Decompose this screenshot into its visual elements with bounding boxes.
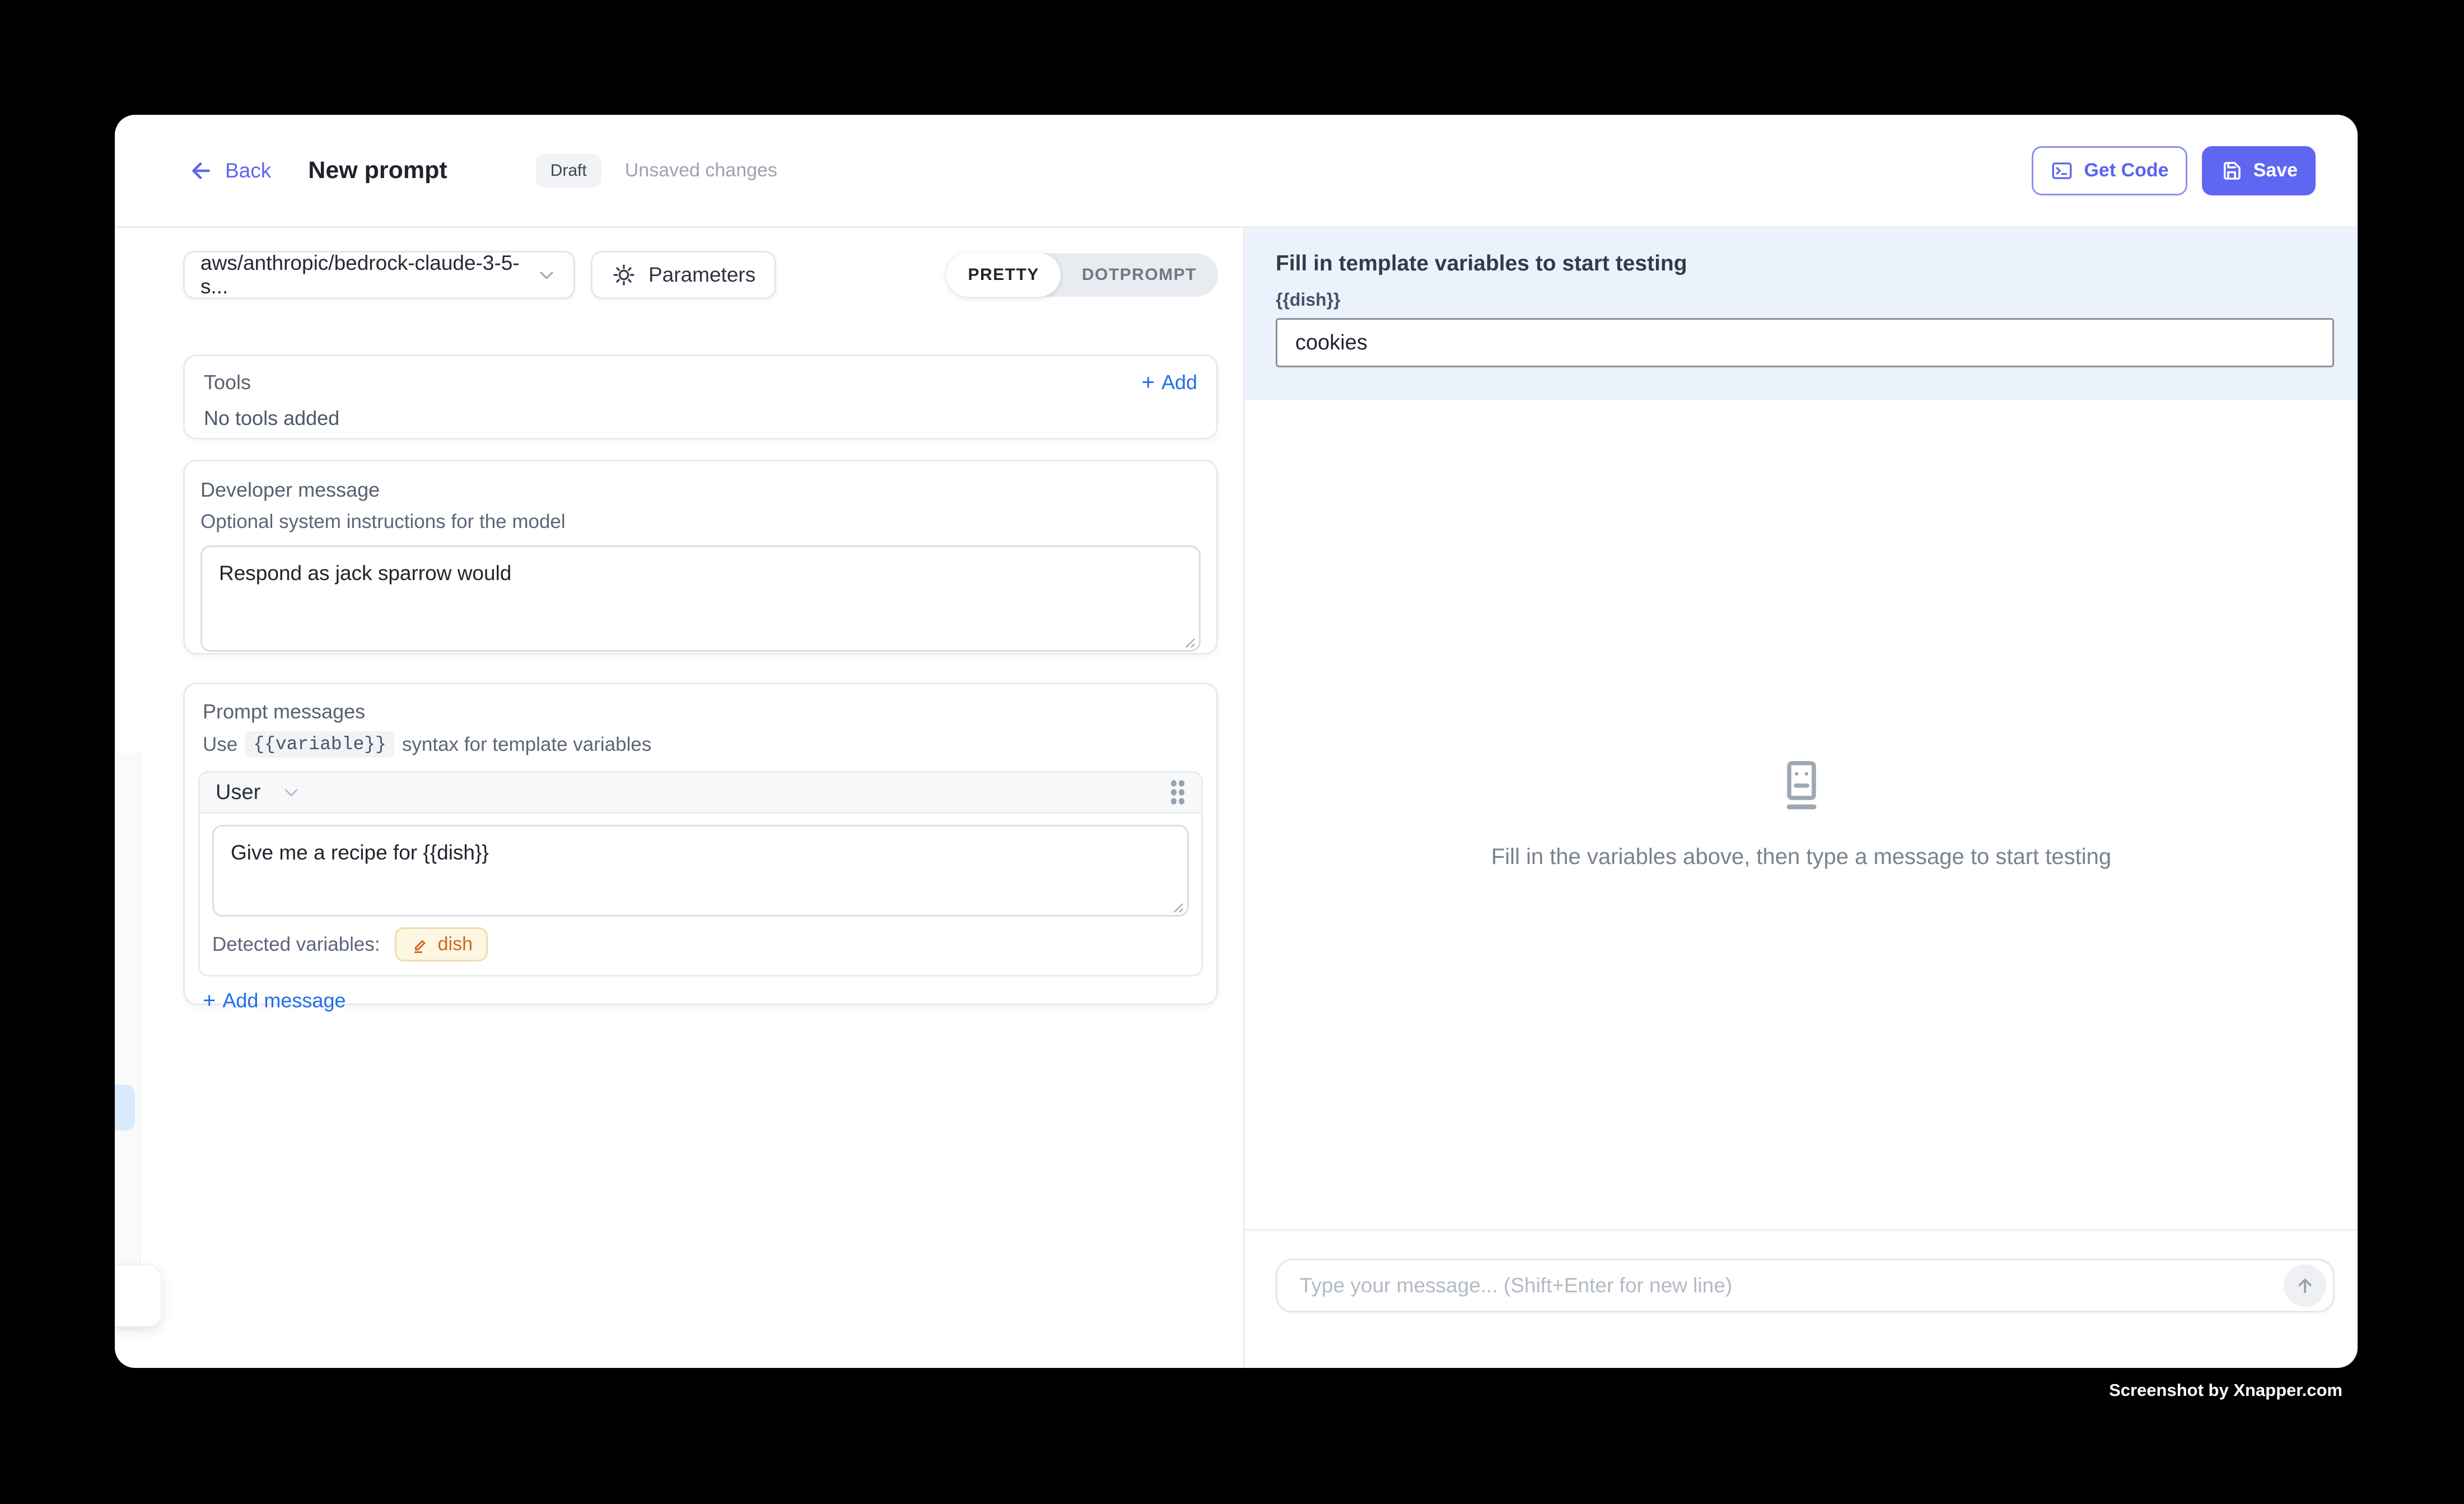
- sidebar-sliver: [115, 753, 141, 1330]
- back-arrow-icon: [188, 158, 214, 184]
- watermark-text: Screenshot by Xnapper.com: [2109, 1380, 2342, 1400]
- tools-empty-text: No tools added: [204, 407, 1197, 430]
- variable-name-label: {{dish}}: [1276, 289, 2358, 310]
- tools-card: Tools + Add No tools added: [183, 354, 1218, 440]
- developer-message-subtitle: Optional system instructions for the mod…: [200, 511, 1201, 533]
- pencil-icon: [410, 935, 430, 955]
- page-title: New prompt: [308, 157, 447, 184]
- test-pane: Fill in template variables to start test…: [1245, 228, 2358, 1368]
- back-button[interactable]: Back: [188, 158, 271, 184]
- back-label: Back: [225, 159, 271, 183]
- prompt-messages-title: Prompt messages: [203, 700, 1203, 723]
- plus-icon: +: [203, 989, 216, 1012]
- save-icon: [2220, 159, 2243, 183]
- parameters-button[interactable]: Parameters: [591, 251, 776, 299]
- tools-title: Tools: [204, 371, 251, 394]
- developer-message-input[interactable]: Respond as jack sparrow would: [200, 545, 1201, 652]
- desktop-background: Back New prompt Draft Unsaved changes Ge…: [0, 0, 2464, 1504]
- variables-panel-title: Fill in template variables to start test…: [1276, 251, 2358, 276]
- chat-input-wrap: [1276, 1259, 2335, 1313]
- save-label: Save: [2253, 160, 2298, 181]
- get-code-button[interactable]: Get Code: [2032, 146, 2187, 195]
- message-input[interactable]: Give me a recipe for {{dish}}: [212, 825, 1189, 917]
- add-message-label: Add message: [222, 989, 346, 1012]
- variable-chip-dish[interactable]: dish: [395, 927, 488, 961]
- model-toolbar: aws/anthropic/bedrock-claude-3-5-s...: [183, 251, 1218, 299]
- main-content: aws/anthropic/bedrock-claude-3-5-s...: [115, 228, 2358, 1368]
- developer-message-field-wrap: Respond as jack sparrow would: [200, 545, 1201, 655]
- developer-message-title: Developer message: [200, 478, 1201, 502]
- chat-empty-text: Fill in the variables above, then type a…: [1491, 844, 2111, 870]
- chat-empty-state: Fill in the variables above, then type a…: [1245, 400, 2358, 1229]
- plus-icon: +: [1142, 371, 1155, 394]
- save-button[interactable]: Save: [2202, 146, 2316, 195]
- gear-icon: [612, 263, 636, 287]
- format-toggle: PRETTY DOTPROMPT: [946, 253, 1218, 297]
- prompt-editor-pane: aws/anthropic/bedrock-claude-3-5-s...: [115, 228, 1245, 1368]
- sidebar-bottom-card[interactable]: [115, 1264, 162, 1327]
- chat-message-input[interactable]: [1277, 1260, 2333, 1311]
- message-role-header: User: [200, 773, 1201, 814]
- chat-input-area: [1245, 1229, 2358, 1368]
- developer-message-card: Developer message Optional system instru…: [183, 460, 1218, 655]
- hint-prefix: Use: [203, 734, 237, 756]
- message-block: User Give me a recipe for {{dish}}: [198, 771, 1203, 977]
- variable-syntax-chip: {{variable}}: [245, 731, 394, 758]
- terminal-icon: [2050, 159, 2074, 183]
- detected-variables-label: Detected variables:: [212, 933, 380, 956]
- template-variables-panel: Fill in template variables to start test…: [1245, 228, 2358, 400]
- add-tool-button[interactable]: + Add: [1142, 371, 1197, 394]
- template-syntax-hint: Use {{variable}} syntax for template var…: [203, 731, 1203, 758]
- arrow-up-icon: [2293, 1274, 2317, 1297]
- detected-variables-row: Detected variables: dish: [200, 919, 1201, 975]
- chevron-down-icon[interactable]: [281, 782, 302, 803]
- toggle-pretty[interactable]: PRETTY: [946, 253, 1060, 297]
- hint-suffix: syntax for template variables: [402, 734, 651, 756]
- prompt-messages-card: Prompt messages Use {{variable}} syntax …: [183, 683, 1218, 1005]
- parameters-label: Parameters: [648, 263, 755, 287]
- unsaved-changes-text: Unsaved changes: [625, 160, 777, 181]
- toggle-dotprompt[interactable]: DOTPROMPT: [1061, 253, 1218, 297]
- app-window: Back New prompt Draft Unsaved changes Ge…: [115, 115, 2358, 1368]
- message-field-wrap: Give me a recipe for {{dish}}: [212, 825, 1189, 919]
- chevron-down-icon: [535, 264, 558, 286]
- sidebar-active-item[interactable]: [115, 1085, 135, 1131]
- message-body: Give me a recipe for {{dish}}: [200, 814, 1201, 919]
- role-select-value[interactable]: User: [216, 781, 260, 805]
- add-tool-label: Add: [1161, 371, 1197, 394]
- get-code-label: Get Code: [2084, 160, 2168, 181]
- draft-badge: Draft: [536, 154, 601, 188]
- drag-handle-icon[interactable]: [1170, 779, 1186, 806]
- tools-card-header: Tools + Add: [204, 371, 1197, 394]
- header-bar: Back New prompt Draft Unsaved changes Ge…: [115, 115, 2358, 228]
- model-selector-value: aws/anthropic/bedrock-claude-3-5-s...: [200, 251, 535, 298]
- robot-face-icon: [1775, 759, 1828, 813]
- variable-value-input[interactable]: [1276, 318, 2334, 367]
- variable-chip-label: dish: [438, 933, 473, 955]
- send-button[interactable]: [2284, 1264, 2326, 1307]
- model-selector[interactable]: aws/anthropic/bedrock-claude-3-5-s...: [183, 251, 575, 299]
- add-message-button[interactable]: + Add message: [203, 989, 346, 1012]
